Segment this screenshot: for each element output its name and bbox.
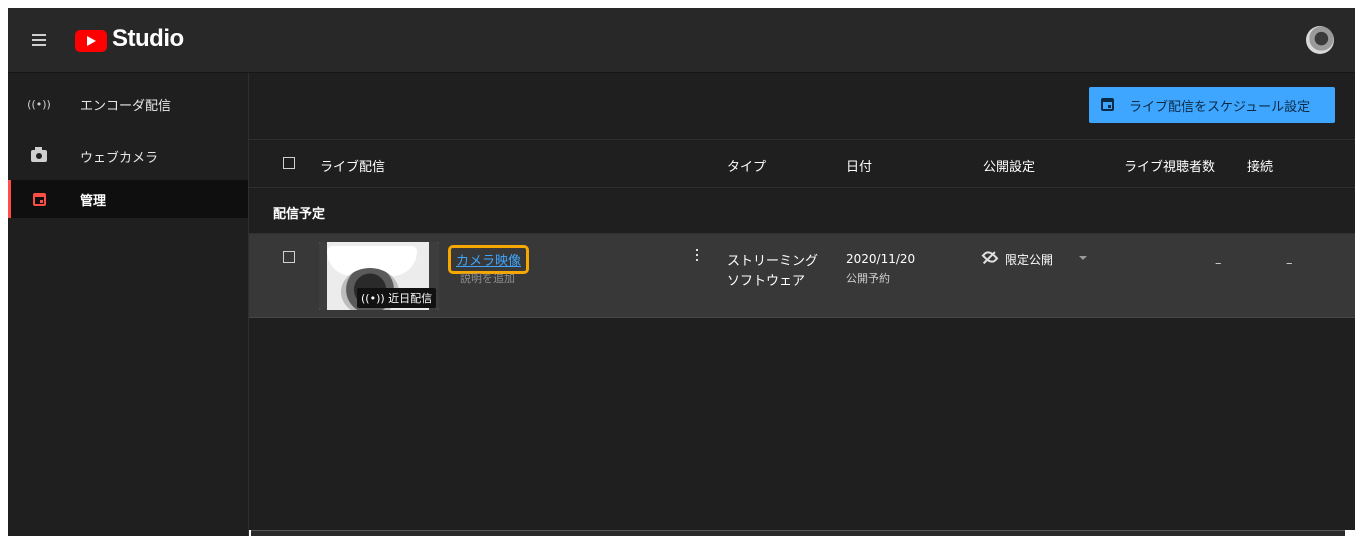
select-all-checkbox[interactable]	[283, 157, 295, 169]
sidebar-item-webcam[interactable]: ウェブカメラ	[8, 137, 248, 175]
horizontal-scrollbar[interactable]	[249, 530, 1355, 536]
section-upcoming: 配信予定	[249, 188, 1355, 234]
top-bar: Studio	[8, 8, 1355, 73]
action-bar: ライブ配信をスケジュール設定	[249, 73, 1355, 140]
add-description-link[interactable]: 説明を追加	[460, 270, 515, 286]
sidebar: ((•)) エンコーダ配信 ウェブカメラ 管理	[8, 73, 249, 536]
viewers-value: –	[1215, 256, 1222, 271]
type-line2: ソフトウェア	[727, 274, 806, 289]
broadcast-icon: ((•))	[27, 97, 51, 111]
calendar-icon	[1101, 98, 1114, 111]
sidebar-item-label: エンコーダ配信	[80, 98, 172, 114]
more-options-icon[interactable]	[693, 249, 701, 263]
schedule-stream-button[interactable]: ライブ配信をスケジュール設定	[1089, 87, 1335, 123]
menu-icon[interactable]	[32, 34, 46, 46]
camera-icon	[30, 147, 48, 165]
youtube-logo-icon[interactable]	[75, 30, 107, 52]
header-connection[interactable]: 接続	[1247, 156, 1273, 175]
connection-value: –	[1286, 256, 1293, 271]
studio-app: Studio ((•)) エンコーダ配信 ウェブカメラ 管理 ライブ配信をスケジ…	[8, 8, 1355, 536]
row-checkbox[interactable]	[283, 251, 295, 263]
sidebar-item-label: ウェブカメラ	[80, 150, 159, 166]
eye-off-icon	[981, 248, 999, 266]
sidebar-item-encoder[interactable]: ((•)) エンコーダ配信	[8, 85, 248, 123]
header-stream[interactable]: ライブ配信	[320, 156, 385, 175]
sidebar-item-label: 管理	[80, 193, 107, 209]
calendar-icon	[30, 190, 48, 208]
header-type[interactable]: タイプ	[727, 156, 766, 175]
sidebar-item-manage[interactable]: 管理	[8, 180, 248, 218]
date-status: 公開予約	[846, 272, 890, 285]
section-upcoming-label: 配信予定	[273, 207, 326, 222]
main-content: ライブ配信をスケジュール設定 ライブ配信 タイプ 日付 公開設定 ライブ視聴者数…	[249, 73, 1355, 536]
header-date[interactable]: 日付	[846, 156, 872, 175]
table-row[interactable]: ((•)) 近日配信 カメラ映像 説明を追加 ストリーミング ソフトウェア 20…	[249, 234, 1355, 318]
table-header: ライブ配信 タイプ 日付 公開設定 ライブ視聴者数 接続	[249, 140, 1355, 188]
studio-logo-text[interactable]: Studio	[112, 25, 184, 53]
stream-date: 2020/11/20	[846, 252, 916, 266]
header-viewers[interactable]: ライブ視聴者数	[1124, 156, 1215, 175]
scrollbar-thumb[interactable]	[251, 530, 1345, 536]
caret-down-icon	[1079, 256, 1087, 260]
header-visibility[interactable]: 公開設定	[983, 156, 1035, 175]
type-line1: ストリーミング	[727, 254, 819, 269]
upcoming-badge: ((•)) 近日配信	[357, 288, 437, 308]
schedule-stream-label: ライブ配信をスケジュール設定	[1129, 99, 1311, 115]
stream-thumbnail[interactable]: ((•)) 近日配信	[319, 242, 439, 310]
avatar[interactable]	[1306, 26, 1334, 54]
visibility-label: 限定公開	[1005, 253, 1054, 267]
